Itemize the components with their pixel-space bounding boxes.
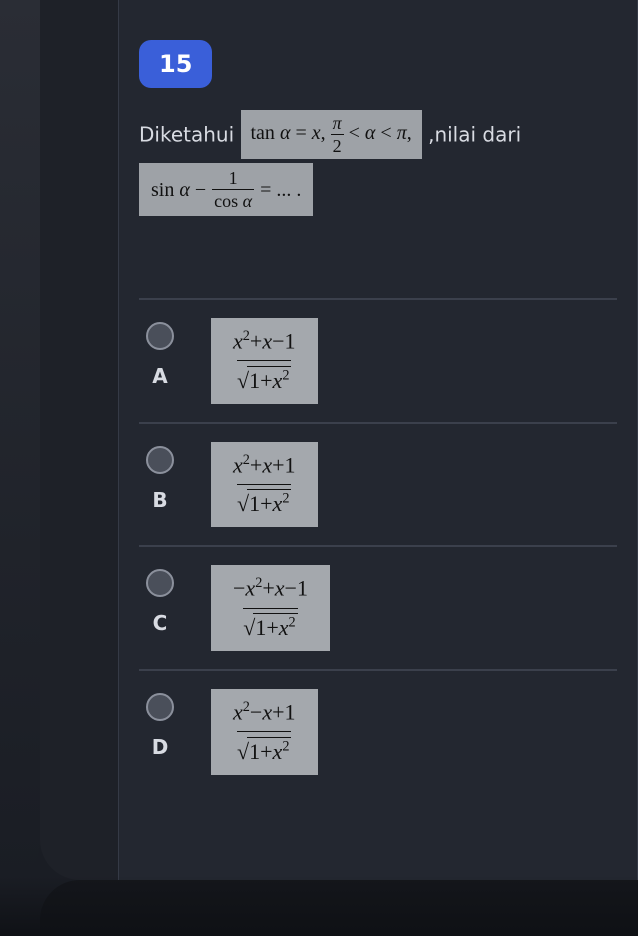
equation-chip-2: sin α − 1cos α = ... . (139, 163, 313, 216)
radio-a[interactable] (146, 322, 174, 350)
option-row-c[interactable]: C −x2+x−1 1+x2 (139, 545, 617, 669)
option-letter: D (152, 735, 169, 759)
radio-c[interactable] (146, 569, 174, 597)
stem-lead: Diketahui (139, 123, 234, 147)
radio-b[interactable] (146, 446, 174, 474)
question-card: 15 Diketahui tan α = x, π2 < α < π, ,nil… (118, 0, 638, 880)
radio-d[interactable] (146, 693, 174, 721)
option-expression-b: x2+x+1 1+x2 (211, 442, 318, 528)
equation-chip-1: tan α = x, π2 < α < π, (241, 110, 422, 159)
option-row-a[interactable]: A x2+x−1 1+x2 (139, 298, 617, 422)
option-expression-d: x2−x+1 1+x2 (211, 689, 318, 775)
options-list: A x2+x−1 1+x2 B x2+x+1 1+x2 C −x2+x−1 1+… (139, 298, 617, 793)
option-row-b[interactable]: B x2+x+1 1+x2 (139, 422, 617, 546)
option-row-d[interactable]: D x2−x+1 1+x2 (139, 669, 617, 793)
question-stem: Diketahui tan α = x, π2 < α < π, ,nilai … (139, 108, 617, 218)
option-letter: C (153, 611, 168, 635)
option-expression-a: x2+x−1 1+x2 (211, 318, 318, 404)
option-expression-c: −x2+x−1 1+x2 (211, 565, 330, 651)
option-letter: A (152, 364, 167, 388)
option-letter: B (152, 488, 167, 512)
stem-mid: ,nilai dari (428, 123, 521, 147)
question-number-badge: 15 (139, 40, 212, 88)
